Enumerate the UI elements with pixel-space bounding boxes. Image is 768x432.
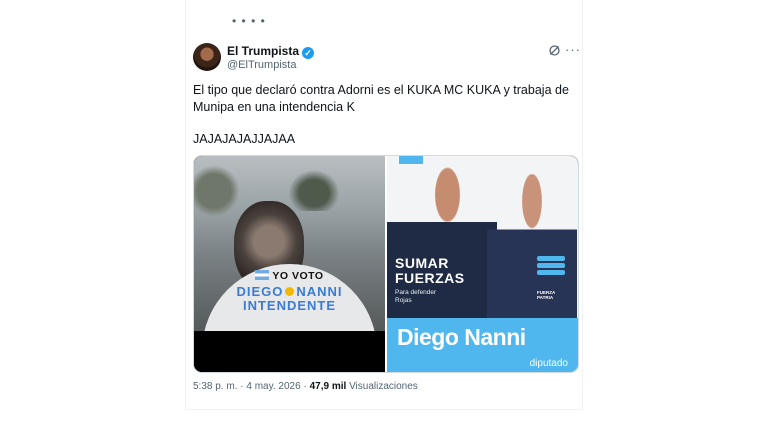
fuerza-patria-logo-icon bbox=[537, 256, 565, 286]
tweet-text-line1: El tipo que declaró contra Adorni es el … bbox=[193, 83, 569, 114]
tweet-date[interactable]: 4 may. 2026 bbox=[246, 381, 300, 392]
media-image-right[interactable]: SUMAR FUERZAS Para defender Rojas FUERZA… bbox=[387, 156, 578, 372]
fuerza-patria-text: FUERZA PATRIA bbox=[537, 290, 555, 300]
meta-separator: · bbox=[303, 381, 307, 392]
avatar[interactable] bbox=[193, 43, 221, 71]
author-handle[interactable]: @ElTrumpista bbox=[227, 59, 296, 71]
candidate-role: diputado bbox=[529, 358, 568, 369]
sticker-line2: DIEGO NANNI bbox=[202, 285, 377, 299]
palm-shape bbox=[284, 166, 344, 211]
tweet-text: El tipo que declaró contra Adorni es el … bbox=[193, 82, 578, 148]
poster-subtitle: Para defender Rojas bbox=[395, 289, 436, 305]
black-band bbox=[194, 331, 385, 372]
poster-sub-2: Rojas bbox=[395, 297, 412, 304]
sticker-line1: YO VOTO bbox=[202, 264, 377, 282]
poster-sub-1: Para defender bbox=[395, 289, 437, 296]
logo-text-2: PATRIA bbox=[537, 295, 554, 300]
candidate-name: Diego Nanni bbox=[397, 324, 526, 350]
tweet-time[interactable]: 5:38 p. m. bbox=[193, 381, 237, 392]
media-image-left[interactable]: YO VOTO DIEGO NANNI INTENDENTE bbox=[194, 156, 385, 372]
frame-right-border bbox=[582, 0, 583, 410]
tweet-header: El Trumpista ✓ @ElTrumpista ··· bbox=[193, 40, 581, 76]
flag-icon bbox=[255, 270, 270, 280]
frame-bottom-border bbox=[185, 409, 583, 410]
tree-shape bbox=[194, 161, 244, 221]
tweet-text-line2: JAJAJAJAJJAJAA bbox=[193, 132, 296, 146]
tweet-card[interactable]: El Trumpista ✓ @ElTrumpista ··· El tipo q… bbox=[193, 40, 581, 392]
grok-icon[interactable] bbox=[548, 44, 561, 57]
frame-left-border bbox=[185, 0, 186, 410]
poster-headline: SUMAR FUERZAS bbox=[395, 256, 465, 286]
sun-icon bbox=[285, 287, 295, 296]
tweet-media[interactable]: YO VOTO DIEGO NANNI INTENDENTE SUMAR FUER… bbox=[193, 155, 579, 373]
sticker-diego: DIEGO bbox=[236, 284, 284, 299]
poster-headline-1: SUMAR bbox=[395, 255, 449, 271]
sticker-nanni: NANNI bbox=[296, 284, 343, 299]
tweet-meta: 5:38 p. m. · 4 may. 2026 · 47,9 mil Visu… bbox=[193, 381, 418, 392]
poster-headline-2: FUERZAS bbox=[395, 270, 465, 286]
author-name[interactable]: El Trumpista bbox=[227, 44, 299, 58]
person-right bbox=[487, 174, 577, 324]
views-label: Visualizaciones bbox=[349, 381, 418, 392]
author-name-row[interactable]: El Trumpista ✓ bbox=[227, 44, 315, 59]
sticker-intendente: INTENDENTE bbox=[242, 298, 337, 313]
more-icon[interactable]: ··· bbox=[565, 42, 581, 57]
candidate-name-band: Diego Nanni diputado bbox=[387, 318, 578, 372]
previous-content-fragment: • • • • bbox=[232, 14, 266, 28]
views-count: 47,9 mil bbox=[309, 381, 347, 392]
sticker-yo-voto: YO VOTO bbox=[272, 270, 324, 282]
verified-badge-icon: ✓ bbox=[302, 47, 315, 59]
blue-stripe bbox=[399, 156, 423, 164]
meta-separator: · bbox=[240, 381, 244, 392]
